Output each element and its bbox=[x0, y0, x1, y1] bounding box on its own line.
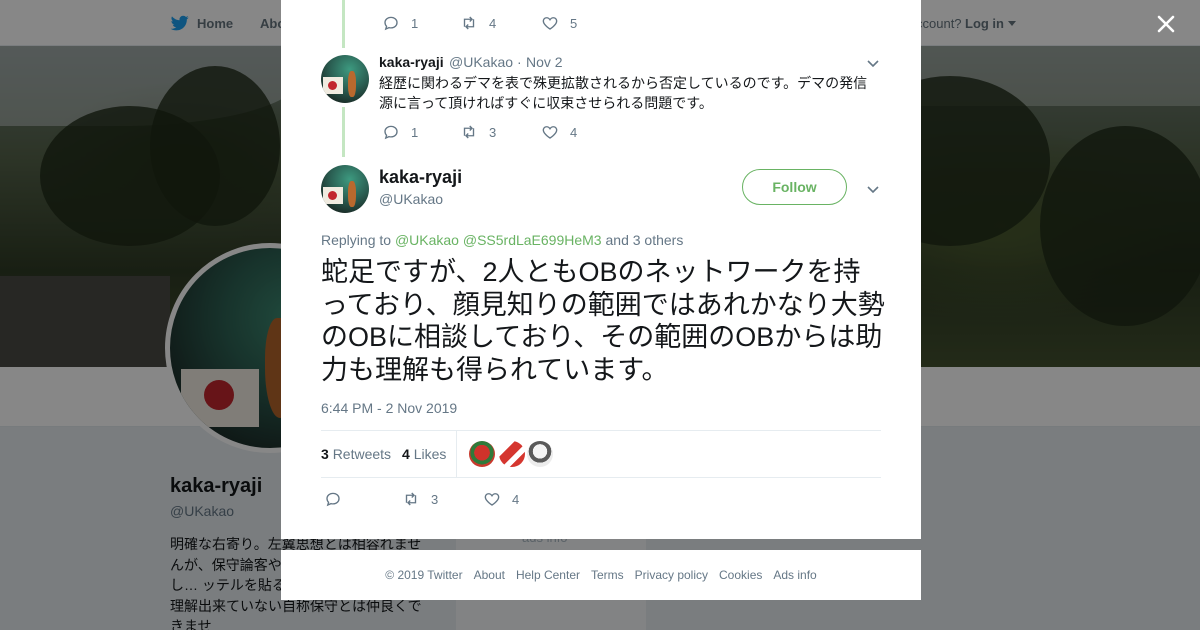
footer-copyright: © 2019 Twitter bbox=[385, 568, 463, 582]
mention-link[interactable]: @SS5rdLaE699HeM3 bbox=[463, 232, 602, 248]
tweet-text: 経歴に関わるデマを表で殊更拡散されるから否定しているのです。デマの発信源に言って… bbox=[379, 75, 868, 111]
replying-prefix: Replying to bbox=[321, 232, 392, 248]
mention-link[interactable]: @UKakao bbox=[395, 232, 459, 248]
like-count: 5 bbox=[570, 15, 578, 31]
likes-stat-label: Likes bbox=[413, 446, 447, 462]
retweets-stat-label: Retweets bbox=[332, 446, 392, 462]
reply-count: 1 bbox=[411, 15, 419, 31]
liker-avatar[interactable] bbox=[527, 441, 553, 467]
tweet-author-name[interactable]: kaka-ryaji bbox=[379, 54, 444, 70]
reply-action[interactable]: 1 bbox=[382, 123, 418, 141]
tweet-separator: · bbox=[517, 54, 522, 70]
like-icon bbox=[542, 126, 558, 139]
retweet-action[interactable]: 3 bbox=[460, 123, 496, 141]
like-action[interactable]: 4 bbox=[541, 123, 577, 141]
avatar-sun bbox=[328, 191, 337, 200]
like-count: 4 bbox=[570, 124, 578, 140]
chevron-down-icon[interactable] bbox=[866, 56, 880, 70]
like-count: 4 bbox=[512, 491, 520, 507]
likes-stat[interactable]: 4 Likes bbox=[402, 446, 446, 462]
others-link[interactable]: and 3 others bbox=[606, 232, 684, 248]
tweet-author-handle[interactable]: @UKakao bbox=[379, 191, 443, 207]
retweets-stat-count: 3 bbox=[321, 446, 329, 462]
avatar-bird bbox=[348, 181, 356, 207]
tweet-modal: 1 4 5 kaka-ryaji @UKakao · Nov 2 経歴に関わるデ… bbox=[281, 0, 921, 539]
chevron-down-icon[interactable] bbox=[866, 182, 880, 196]
tweet-date[interactable]: Nov 2 bbox=[526, 54, 563, 70]
reply-action[interactable]: 1 bbox=[382, 14, 418, 32]
retweet-count: 3 bbox=[489, 124, 497, 140]
like-icon bbox=[484, 493, 500, 506]
like-action[interactable]: 4 bbox=[483, 490, 519, 508]
liker-avatar[interactable] bbox=[469, 441, 495, 467]
modal-footer: © 2019 Twitter About Help Center Terms P… bbox=[281, 550, 921, 600]
retweet-count: 3 bbox=[431, 491, 439, 507]
like-action[interactable]: 5 bbox=[541, 14, 577, 32]
footer-link-help-center[interactable]: Help Center bbox=[516, 568, 580, 582]
tweet-author-handle[interactable]: @UKakao bbox=[449, 54, 513, 70]
tweet-author-name[interactable]: kaka-ryaji bbox=[379, 167, 462, 188]
retweet-icon bbox=[463, 125, 475, 139]
like-icon bbox=[542, 17, 558, 30]
likes-stat-count: 4 bbox=[402, 446, 410, 462]
avatar[interactable] bbox=[321, 165, 369, 213]
reply-count: 1 bbox=[411, 124, 419, 140]
tweet-timestamp[interactable]: 6:44 PM - 2 Nov 2019 bbox=[321, 400, 457, 416]
avatar-sun bbox=[328, 81, 337, 90]
retweet-count: 4 bbox=[489, 15, 497, 31]
footer-link-about[interactable]: About bbox=[474, 568, 505, 582]
replying-to: Replying to @UKakao @SS5rdLaE699HeM3 and… bbox=[321, 232, 683, 248]
retweets-stat[interactable]: 3 Retweets bbox=[321, 446, 391, 462]
retweet-icon bbox=[405, 492, 417, 506]
footer-link-terms[interactable]: Terms bbox=[591, 568, 624, 582]
avatar-bird bbox=[348, 71, 356, 97]
stats-divider bbox=[456, 431, 457, 477]
liker-avatar[interactable] bbox=[499, 441, 525, 467]
avatar[interactable] bbox=[321, 55, 369, 103]
retweet-action[interactable]: 4 bbox=[460, 14, 496, 32]
main-tweet-text: 蛇足ですが、2人ともOBのネットワークを持っており、顔見知りの範囲ではあれかなり… bbox=[321, 257, 885, 385]
follow-button[interactable]: Follow bbox=[742, 169, 847, 205]
footer-link-cookies[interactable]: Cookies bbox=[719, 568, 762, 582]
reply-icon bbox=[384, 16, 398, 31]
close-icon[interactable] bbox=[1154, 12, 1178, 36]
tweet-stats: 3 Retweets 4 Likes bbox=[321, 430, 881, 478]
reply-action[interactable] bbox=[324, 490, 342, 508]
reply-icon bbox=[326, 492, 340, 507]
thread-line bbox=[342, 107, 345, 157]
footer-link-ads-info[interactable]: Ads info bbox=[773, 568, 816, 582]
reply-icon bbox=[384, 125, 398, 140]
retweet-icon bbox=[463, 16, 475, 30]
retweet-action[interactable]: 3 bbox=[402, 490, 438, 508]
thread-line bbox=[342, 0, 345, 48]
footer-link-privacy[interactable]: Privacy policy bbox=[635, 568, 708, 582]
